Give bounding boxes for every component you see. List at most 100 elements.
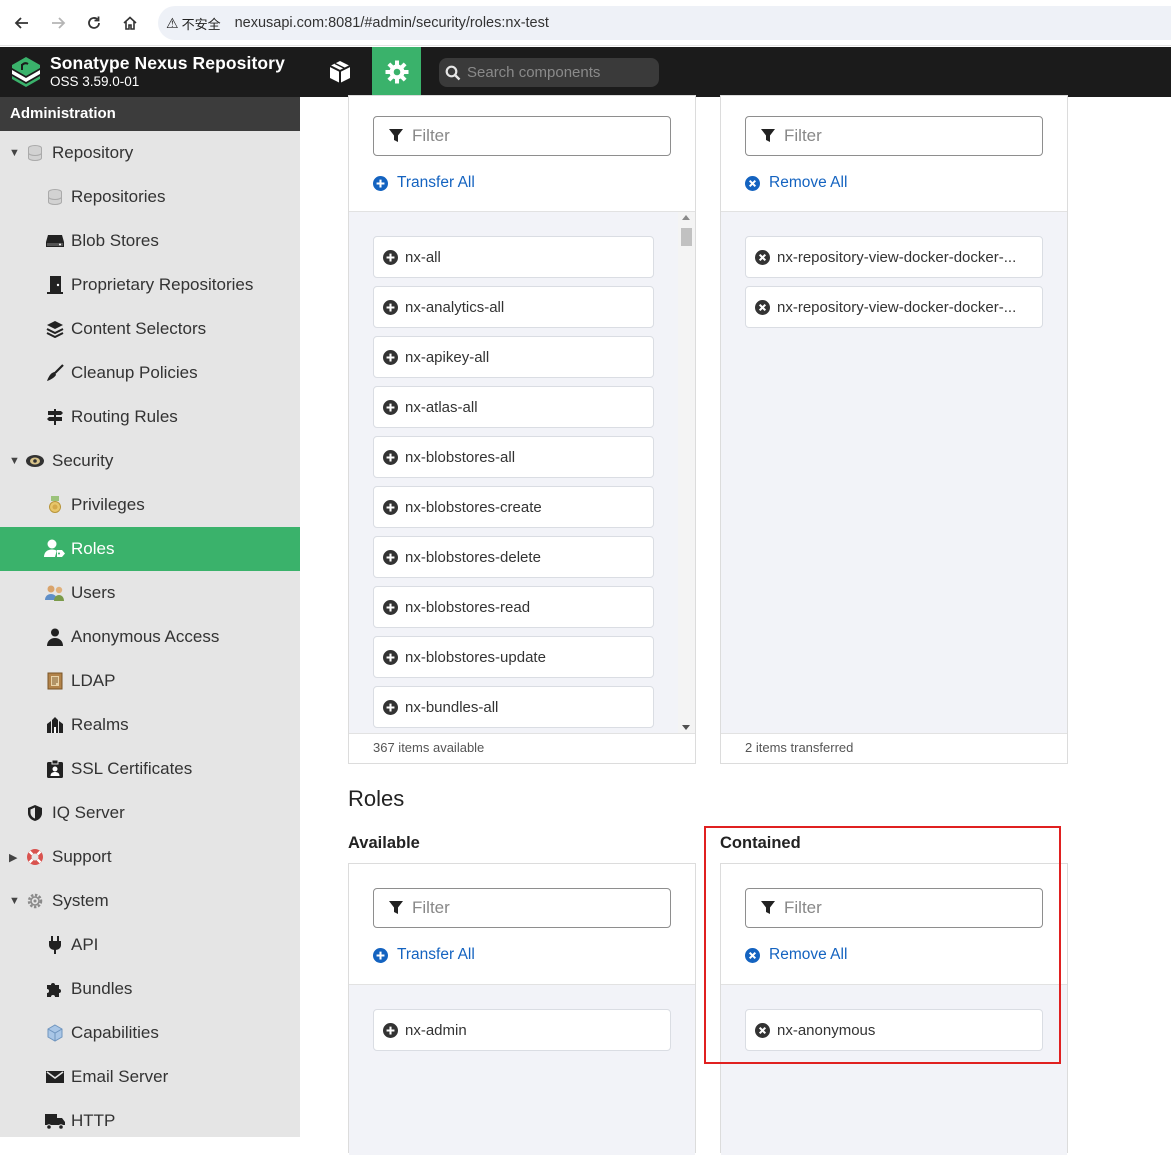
sidebar-item-system[interactable]: ▼ System — [0, 879, 300, 923]
filter-input[interactable] — [784, 126, 1024, 146]
privileges-available-filter[interactable] — [373, 116, 671, 156]
search-icon — [445, 65, 461, 80]
privileges-contained-list[interactable]: nx-repository-view-docker-docker-... nx-… — [721, 212, 1067, 733]
sidebar-item-api[interactable]: API — [0, 923, 300, 967]
sidebar-item-proprietary-repositories[interactable]: Proprietary Repositories — [0, 263, 300, 307]
caret-down-icon[interactable]: ▼ — [9, 455, 20, 467]
list-item[interactable]: nx-blobstores-read — [373, 586, 654, 628]
list-item[interactable]: nx-blobstores-all — [373, 436, 654, 478]
security-warning-chip[interactable]: ⚠ 不安全 — [166, 14, 221, 33]
puzzle-icon — [44, 978, 66, 1000]
sidebar-item-anonymous-access[interactable]: Anonymous Access — [0, 615, 300, 659]
privileges-transfer-all-button[interactable]: Transfer All — [373, 174, 475, 192]
list-item[interactable]: nx-admin — [373, 1009, 671, 1051]
roles-available-filter[interactable] — [373, 888, 671, 928]
sidebar-item-bundles[interactable]: Bundles — [0, 967, 300, 1011]
plus-circle-icon[interactable] — [383, 649, 398, 665]
nexus-logo-icon — [12, 57, 40, 87]
admin-mode-button[interactable] — [372, 47, 421, 103]
sidebar-item-content-selectors[interactable]: Content Selectors — [0, 307, 300, 351]
plus-circle-icon[interactable] — [383, 1022, 398, 1038]
list-item[interactable]: nx-anonymous — [745, 1009, 1043, 1051]
search-box[interactable] — [439, 58, 659, 87]
sidebar-item-blob-stores[interactable]: Blob Stores — [0, 219, 300, 263]
caret-down-icon[interactable]: ▼ — [9, 895, 20, 907]
sidebar-item-repositories[interactable]: Repositories — [0, 175, 300, 219]
filter-input[interactable] — [784, 898, 1024, 918]
plus-circle-icon[interactable] — [383, 349, 398, 365]
sidebar-item-email-server[interactable]: Email Server — [0, 1055, 300, 1099]
list-item[interactable]: nx-all — [373, 236, 654, 278]
scroll-down-arrow-icon[interactable] — [682, 725, 690, 730]
plus-circle-icon[interactable] — [383, 299, 398, 315]
privileges-contained-filter[interactable] — [745, 116, 1043, 156]
privileges-remove-all-button[interactable]: Remove All — [745, 174, 847, 192]
browse-mode-button[interactable] — [318, 47, 362, 97]
layers-icon — [44, 318, 66, 340]
action-label: Remove All — [769, 174, 848, 191]
plus-circle-icon[interactable] — [383, 699, 398, 715]
sidebar-item-http[interactable]: HTTP — [0, 1099, 300, 1143]
medal-icon — [44, 494, 66, 516]
filter-input[interactable] — [412, 898, 652, 918]
roles-contained-list[interactable]: nx-anonymous — [721, 985, 1067, 1155]
forward-icon[interactable] — [40, 0, 76, 46]
id-card-icon — [44, 758, 66, 780]
security-label: 不安全 — [181, 16, 221, 32]
broom-icon — [44, 362, 66, 384]
caret-right-icon[interactable]: ▶ — [9, 851, 17, 864]
times-circle-icon[interactable] — [755, 249, 770, 265]
list-item[interactable]: nx-atlas-all — [373, 386, 654, 428]
list-item[interactable]: nx-blobstores-delete — [373, 536, 654, 578]
sidebar-item-ssl-certificates[interactable]: SSL Certificates — [0, 747, 300, 791]
reload-icon[interactable] — [76, 0, 112, 46]
vertical-scrollbar[interactable] — [678, 212, 695, 733]
sidebar-item-repository[interactable]: ▼ Repository — [0, 131, 300, 175]
times-circle-icon[interactable] — [755, 1022, 770, 1038]
roles-available-list[interactable]: nx-admin — [349, 985, 695, 1155]
filter-input[interactable] — [412, 126, 652, 146]
sidebar-item-users[interactable]: Users — [0, 571, 300, 615]
times-circle-icon[interactable] — [755, 299, 770, 315]
roles-contained-filter[interactable] — [745, 888, 1043, 928]
list-item[interactable]: nx-blobstores-update — [373, 636, 654, 678]
item-label: nx-anonymous — [777, 1021, 876, 1039]
back-icon[interactable] — [4, 0, 40, 46]
list-item[interactable]: nx-blobstores-create — [373, 486, 654, 528]
roles-remove-all-button[interactable]: Remove All — [745, 946, 847, 964]
lifebuoy-icon — [24, 846, 46, 868]
list-item[interactable]: nx-bundles-all — [373, 686, 654, 728]
sidebar-item-security[interactable]: ▼ Security — [0, 439, 300, 483]
sidebar-item-privileges[interactable]: Privileges — [0, 483, 300, 527]
plus-circle-icon[interactable] — [383, 599, 398, 615]
sidebar-item-routing-rules[interactable]: Routing Rules — [0, 395, 300, 439]
address-bar[interactable]: ⚠ 不安全 nexusapi.com:8081/#admin/security/… — [158, 6, 1171, 40]
sidebar-item-label: Support — [52, 847, 112, 866]
privileges-available-list[interactable]: nx-all nx-analytics-all nx-apikey-all nx… — [349, 212, 695, 733]
sidebar-item-ldap[interactable]: LDAP — [0, 659, 300, 703]
plus-circle-icon[interactable] — [383, 499, 398, 515]
sidebar-item-label: Repository — [52, 143, 134, 162]
list-item[interactable]: nx-apikey-all — [373, 336, 654, 378]
roles-section-title: Roles — [348, 786, 405, 811]
search-input[interactable] — [467, 64, 647, 81]
database-icon — [44, 186, 66, 208]
caret-down-icon[interactable]: ▼ — [9, 147, 20, 159]
plus-circle-icon[interactable] — [383, 549, 398, 565]
list-item[interactable]: nx-repository-view-docker-docker-... — [745, 286, 1043, 328]
sidebar-item-capabilities[interactable]: Capabilities — [0, 1011, 300, 1055]
plus-circle-icon[interactable] — [383, 249, 398, 265]
scroll-up-arrow-icon[interactable] — [682, 215, 690, 220]
list-item[interactable]: nx-analytics-all — [373, 286, 654, 328]
list-item[interactable]: nx-repository-view-docker-docker-... — [745, 236, 1043, 278]
plus-circle-icon[interactable] — [383, 449, 398, 465]
sidebar-item-roles[interactable]: Roles — [0, 527, 300, 571]
sidebar-item-iq-server[interactable]: IQ Server — [0, 791, 300, 835]
sidebar-item-cleanup-policies[interactable]: Cleanup Policies — [0, 351, 300, 395]
sidebar-item-support[interactable]: ▶ Support — [0, 835, 300, 879]
plus-circle-icon[interactable] — [383, 399, 398, 415]
home-icon[interactable] — [112, 0, 148, 46]
roles-transfer-all-button[interactable]: Transfer All — [373, 946, 475, 964]
scrollbar-thumb[interactable] — [681, 228, 692, 246]
sidebar-item-realms[interactable]: Realms — [0, 703, 300, 747]
